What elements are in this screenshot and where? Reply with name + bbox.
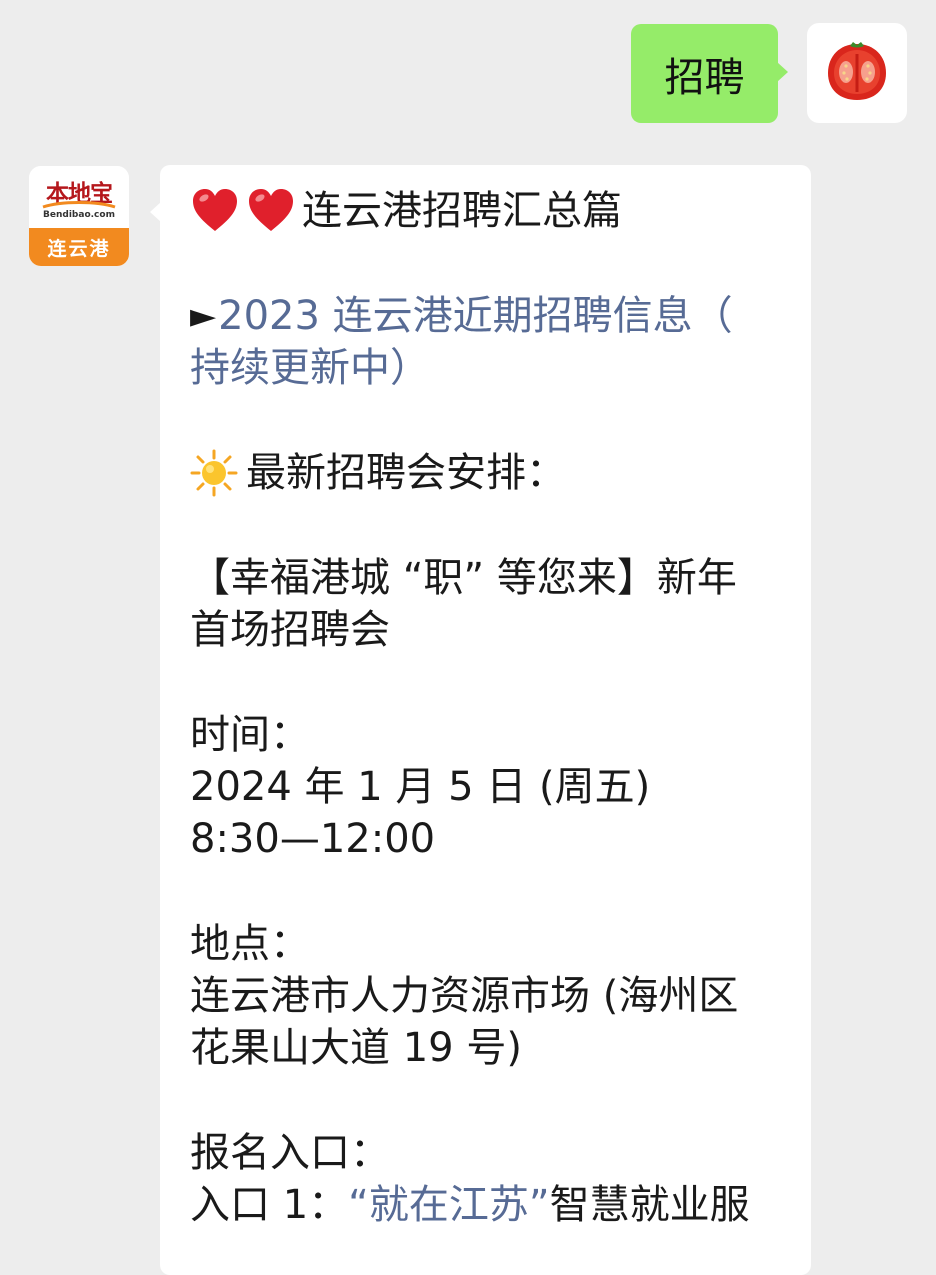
- place-line-1: 连云港市人力资源市场 (海州区: [190, 970, 783, 1022]
- bendibao-avatar[interactable]: 本地宝 Bendibao.com 连云港: [29, 166, 129, 266]
- entry1-prefix: 入口 1：: [190, 1182, 349, 1228]
- article-link-line-2[interactable]: 持续更新中）: [190, 342, 783, 394]
- time-date-line: 2024 年 1 月 5 日 (周五): [190, 761, 783, 813]
- entry1-suffix: 智慧就业服: [549, 1182, 750, 1228]
- place-address: 连云港市人力资源市场 (海州区: [190, 973, 739, 1019]
- message-title-line: 连云港招聘汇总篇: [190, 185, 783, 237]
- place-label-line: 地点：: [190, 918, 783, 970]
- outgoing-message-text: 招聘: [664, 54, 745, 101]
- section-heading-line: 最新招聘会安排：: [190, 447, 783, 499]
- place-line-2: 花果山大道 19 号): [190, 1022, 783, 1074]
- section-heading: 最新招聘会安排：: [246, 450, 566, 496]
- logo-domain-text: Bendibao.com: [43, 210, 115, 220]
- message-title: 连云港招聘汇总篇: [302, 188, 622, 234]
- incoming-message-bubble[interactable]: 连云港招聘汇总篇 ► 2023 连云港近期招聘信息（ 持续更新中） 最新招聘会安…: [150, 165, 811, 1275]
- heart-icon: [246, 186, 296, 236]
- time-label: 时间：: [190, 712, 310, 758]
- time-range-line: 8:30—12:00: [190, 813, 783, 865]
- bendibao-logo: 本地宝 Bendibao.com: [29, 166, 129, 228]
- signup-label-line: 报名入口：: [190, 1127, 783, 1179]
- tomato-icon: [824, 38, 890, 108]
- logo-swoosh-icon: [42, 201, 116, 209]
- entry1-line: 入口 1： “就在江苏” 智慧就业服: [190, 1179, 783, 1231]
- logo-city-label: 连云港: [29, 228, 129, 266]
- fair-name-line-2: 首场招聘会: [190, 604, 783, 656]
- play-arrow-icon: ►: [190, 296, 217, 336]
- fair-name-continued: 首场招聘会: [190, 607, 390, 653]
- fair-name: 【幸福港城 “职” 等您来】新年: [190, 555, 737, 601]
- time-range: 8:30—12:00: [190, 816, 436, 862]
- entry1-link[interactable]: “就在江苏”: [348, 1179, 549, 1231]
- signup-label: 报名入口：: [190, 1130, 390, 1176]
- article-link[interactable]: 2023 连云港近期招聘信息（: [218, 290, 733, 342]
- outgoing-message-bubble[interactable]: 招聘: [631, 24, 788, 123]
- place-address-continued: 花果山大道 19 号): [190, 1025, 522, 1071]
- self-avatar[interactable]: [807, 23, 907, 123]
- article-link-continued[interactable]: 持续更新中）: [190, 342, 430, 394]
- heart-icon: [190, 186, 240, 236]
- sun-icon: [190, 449, 238, 497]
- place-label: 地点：: [190, 921, 310, 967]
- fair-name-line-1: 【幸福港城 “职” 等您来】新年: [190, 552, 783, 604]
- article-link-line-1[interactable]: ► 2023 连云港近期招聘信息（: [190, 290, 783, 342]
- time-label-line: 时间：: [190, 709, 783, 761]
- time-date: 2024 年 1 月 5 日 (周五): [190, 764, 651, 810]
